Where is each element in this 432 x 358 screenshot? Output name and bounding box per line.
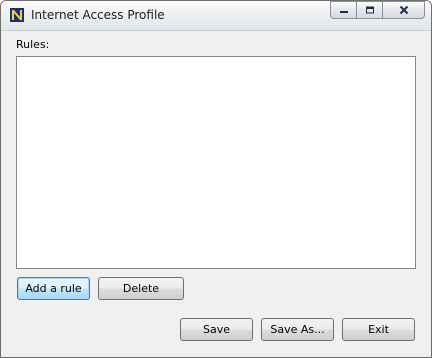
- rules-label: Rules:: [16, 38, 50, 51]
- minimize-button[interactable]: [330, 1, 356, 19]
- close-button[interactable]: [382, 1, 425, 19]
- delete-button[interactable]: Delete: [98, 277, 184, 300]
- add-rule-button[interactable]: Add a rule: [17, 277, 90, 300]
- title-bar[interactable]: Internet Access Profile: [1, 1, 431, 31]
- save-as-button[interactable]: Save As...: [261, 318, 334, 341]
- close-icon: [399, 5, 408, 15]
- caption-buttons: [330, 1, 431, 19]
- app-logo-icon: [10, 8, 24, 22]
- window-title: Internet Access Profile: [31, 8, 165, 22]
- restore-icon: [365, 6, 374, 14]
- maximize-button[interactable]: [356, 1, 382, 19]
- minimize-icon: [339, 11, 348, 13]
- rules-list[interactable]: [16, 56, 416, 269]
- save-button[interactable]: Save: [180, 318, 253, 341]
- app-window: Internet Access Profile Rules: Add a rul…: [0, 0, 432, 358]
- exit-button[interactable]: Exit: [342, 318, 415, 341]
